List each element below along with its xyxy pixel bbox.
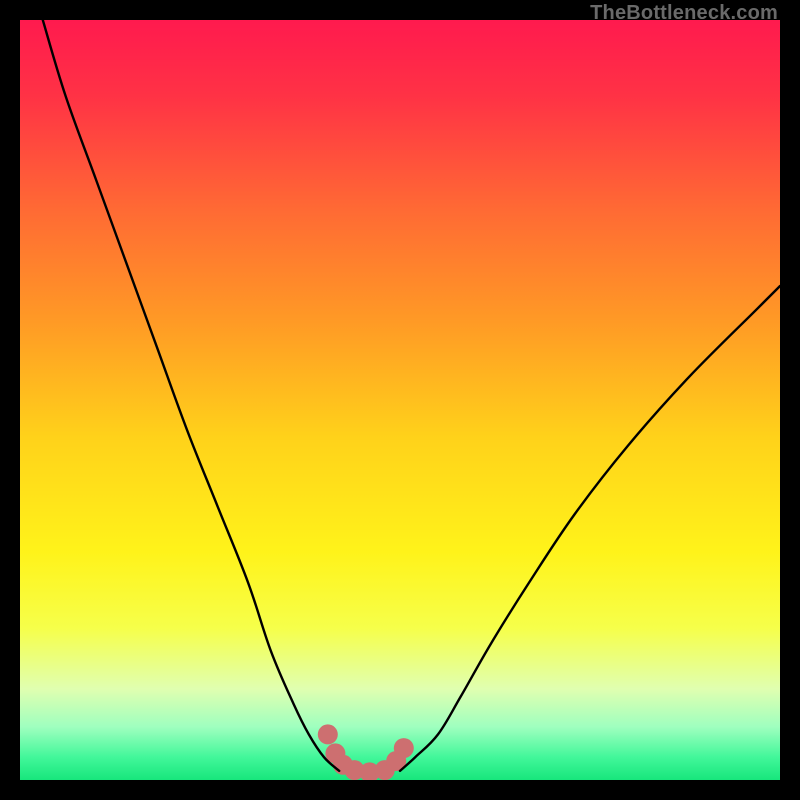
watermark-text: TheBottleneck.com	[590, 2, 778, 25]
trough-marker	[318, 724, 338, 744]
plot-area	[20, 20, 780, 780]
curve-layer	[20, 20, 780, 780]
curve-right-branch	[400, 286, 780, 771]
chart-frame: TheBottleneck.com	[0, 0, 800, 800]
curve-left-branch	[43, 20, 339, 771]
trough-marker	[394, 738, 414, 758]
